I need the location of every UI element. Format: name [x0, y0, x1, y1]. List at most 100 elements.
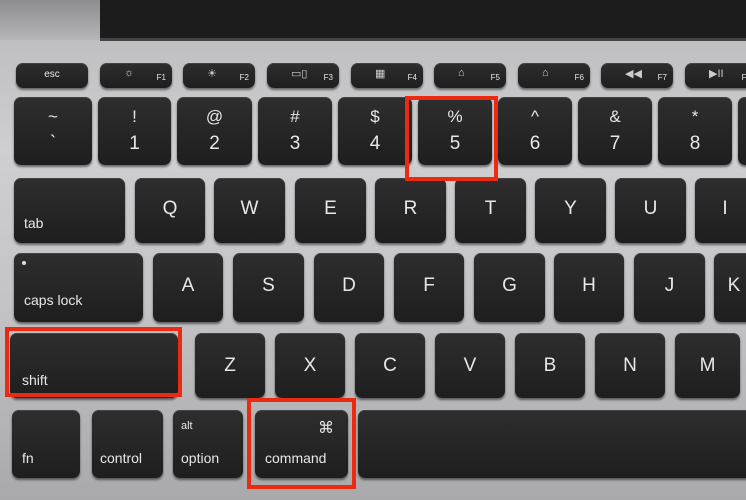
key-f4[interactable]: ▦ F4 — [351, 63, 423, 88]
key-G[interactable]: G — [474, 253, 545, 322]
key-6[interactable]: ^ 6 — [498, 97, 572, 165]
key-f8[interactable]: ▶II F8 — [685, 63, 746, 88]
key-label: Q — [162, 198, 178, 219]
key-control[interactable]: control — [92, 410, 163, 478]
brightness-up-icon: ☀ — [207, 68, 217, 80]
key-A[interactable]: A — [153, 253, 223, 322]
key-q[interactable]: Q — [135, 178, 205, 243]
key-n[interactable]: N — [595, 333, 665, 398]
key-7[interactable]: & 7 — [578, 97, 652, 165]
key-label: F3 — [323, 73, 333, 82]
key-D[interactable]: D — [314, 253, 384, 322]
key-shift-label: * — [691, 107, 699, 126]
key-label: F6 — [574, 73, 584, 82]
key-label: 8 — [689, 133, 701, 154]
key-esc[interactable]: esc — [16, 63, 88, 88]
key-w[interactable]: W — [214, 178, 285, 243]
key-label: F7 — [657, 73, 667, 82]
key-alt-label: alt — [181, 420, 193, 432]
key-1[interactable]: ! 1 — [98, 97, 171, 165]
key-label: F1 — [156, 73, 166, 82]
key-label: U — [643, 198, 658, 219]
key-f3[interactable]: ▭▯ F3 — [267, 63, 339, 88]
key-label: B — [543, 355, 557, 376]
key-label: ` — [49, 133, 57, 154]
key-label: 1 — [129, 133, 140, 154]
key-label: M — [699, 355, 716, 376]
key-f1[interactable]: ☼ F1 — [100, 63, 172, 88]
key-K[interactable]: K — [714, 253, 746, 322]
key-label: F4 — [407, 73, 417, 82]
key-f2[interactable]: ☀ F2 — [183, 63, 255, 88]
highlight-box-command-key — [247, 398, 356, 489]
key-t[interactable]: T — [455, 178, 526, 243]
key-label: X — [303, 355, 317, 376]
key-tab[interactable]: tab — [14, 178, 125, 243]
key-2[interactable]: @2 — [177, 97, 252, 165]
key-shift-label: $ — [370, 107, 380, 126]
key-v[interactable]: V — [435, 333, 505, 398]
key-label: 3 — [289, 133, 301, 154]
key-b[interactable]: B — [515, 333, 585, 398]
key-c[interactable]: C — [355, 333, 425, 398]
keyboard-light-up-icon: ⌂ — [542, 67, 549, 79]
key-e[interactable]: E — [295, 178, 366, 243]
key-label: T — [484, 198, 497, 219]
key-space[interactable] — [358, 410, 746, 478]
key-label: V — [463, 355, 477, 376]
key-label: tab — [24, 215, 44, 231]
key-caps-lock[interactable]: caps lock — [14, 253, 143, 322]
caps-lock-indicator — [22, 261, 26, 265]
keyboard-light-down-icon: ⌂ — [458, 67, 465, 79]
key-F[interactable]: F — [394, 253, 464, 322]
key-i[interactable]: I — [695, 178, 746, 243]
key-`[interactable]: ~ ` — [14, 97, 92, 165]
key-label: N — [623, 355, 637, 376]
key-option[interactable]: alt option — [173, 410, 243, 478]
key-label: control — [100, 450, 143, 466]
key-f7[interactable]: ◀◀ F7 — [601, 63, 673, 88]
key-label: H — [582, 275, 596, 296]
key-u[interactable]: U — [615, 178, 686, 243]
brightness-down-icon: ☼ — [124, 67, 135, 79]
key-S[interactable]: S — [233, 253, 304, 322]
key-label: W — [240, 198, 259, 219]
key-label: 4 — [369, 133, 381, 154]
key-shift-label: ^ — [531, 107, 539, 126]
launchpad-icon: ▦ — [375, 68, 386, 80]
key-y[interactable]: Y — [535, 178, 606, 243]
key-m[interactable]: M — [675, 333, 740, 398]
key-shift-label: ~ — [48, 107, 58, 126]
key-J[interactable]: J — [634, 253, 705, 322]
highlight-box-shift-key — [5, 327, 182, 397]
mission-control-icon: ▭▯ — [291, 68, 308, 80]
key-8[interactable]: * 8 — [658, 97, 732, 165]
key-label: F2 — [239, 73, 249, 82]
key-label: R — [403, 198, 418, 219]
key-H[interactable]: H — [554, 253, 624, 322]
key-label: Z — [224, 355, 236, 376]
key-label: J — [664, 275, 675, 296]
key-3[interactable]: #3 — [258, 97, 332, 165]
key-shift-label: ! — [132, 107, 137, 126]
key-label: F8 — [741, 73, 746, 82]
key-r[interactable]: R — [375, 178, 446, 243]
key-f6[interactable]: ⌂ F6 — [518, 63, 590, 88]
laptop-bezel — [0, 0, 100, 40]
key-f5[interactable]: ⌂ F5 — [434, 63, 506, 88]
key-label: option — [181, 450, 220, 466]
key-9[interactable] — [738, 97, 746, 165]
key-label: 7 — [609, 133, 621, 154]
rewind-icon: ◀◀ — [625, 68, 642, 80]
key-4[interactable]: $4 — [338, 97, 412, 165]
key-z[interactable]: Z — [195, 333, 265, 398]
key-x[interactable]: X — [275, 333, 345, 398]
key-fn[interactable]: fn — [12, 410, 80, 478]
key-shift-label: @ — [205, 107, 224, 126]
key-label: C — [383, 355, 397, 376]
key-label: F5 — [490, 73, 500, 82]
highlight-box-5-key — [405, 96, 498, 181]
laptop-screen-edge — [100, 0, 746, 41]
key-label: K — [727, 275, 741, 296]
key-shift-label: & — [609, 107, 621, 126]
